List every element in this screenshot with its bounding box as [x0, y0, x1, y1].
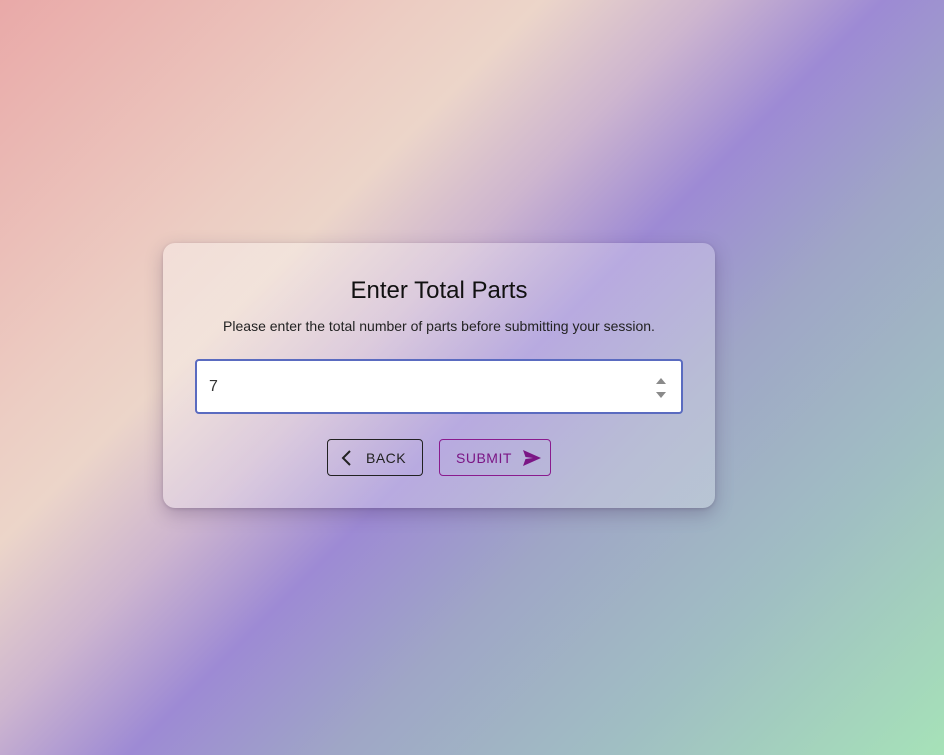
chevron-left-icon: [341, 449, 351, 466]
total-parts-field[interactable]: [195, 359, 683, 414]
submit-button-label: SUBMIT: [456, 449, 512, 466]
total-parts-dialog: Enter Total Parts Please enter the total…: [163, 243, 715, 508]
total-parts-input[interactable]: [209, 361, 629, 412]
back-button[interactable]: BACK: [327, 439, 423, 476]
number-spinner[interactable]: [655, 377, 667, 399]
spinner-up-icon[interactable]: [656, 378, 666, 384]
submit-button[interactable]: SUBMIT: [439, 439, 551, 476]
dialog-title: Enter Total Parts: [350, 277, 528, 304]
dialog-subtitle: Please enter the total number of parts b…: [223, 318, 655, 334]
spinner-down-icon[interactable]: [656, 392, 666, 398]
back-button-label: BACK: [366, 449, 407, 466]
send-icon: [522, 449, 541, 466]
